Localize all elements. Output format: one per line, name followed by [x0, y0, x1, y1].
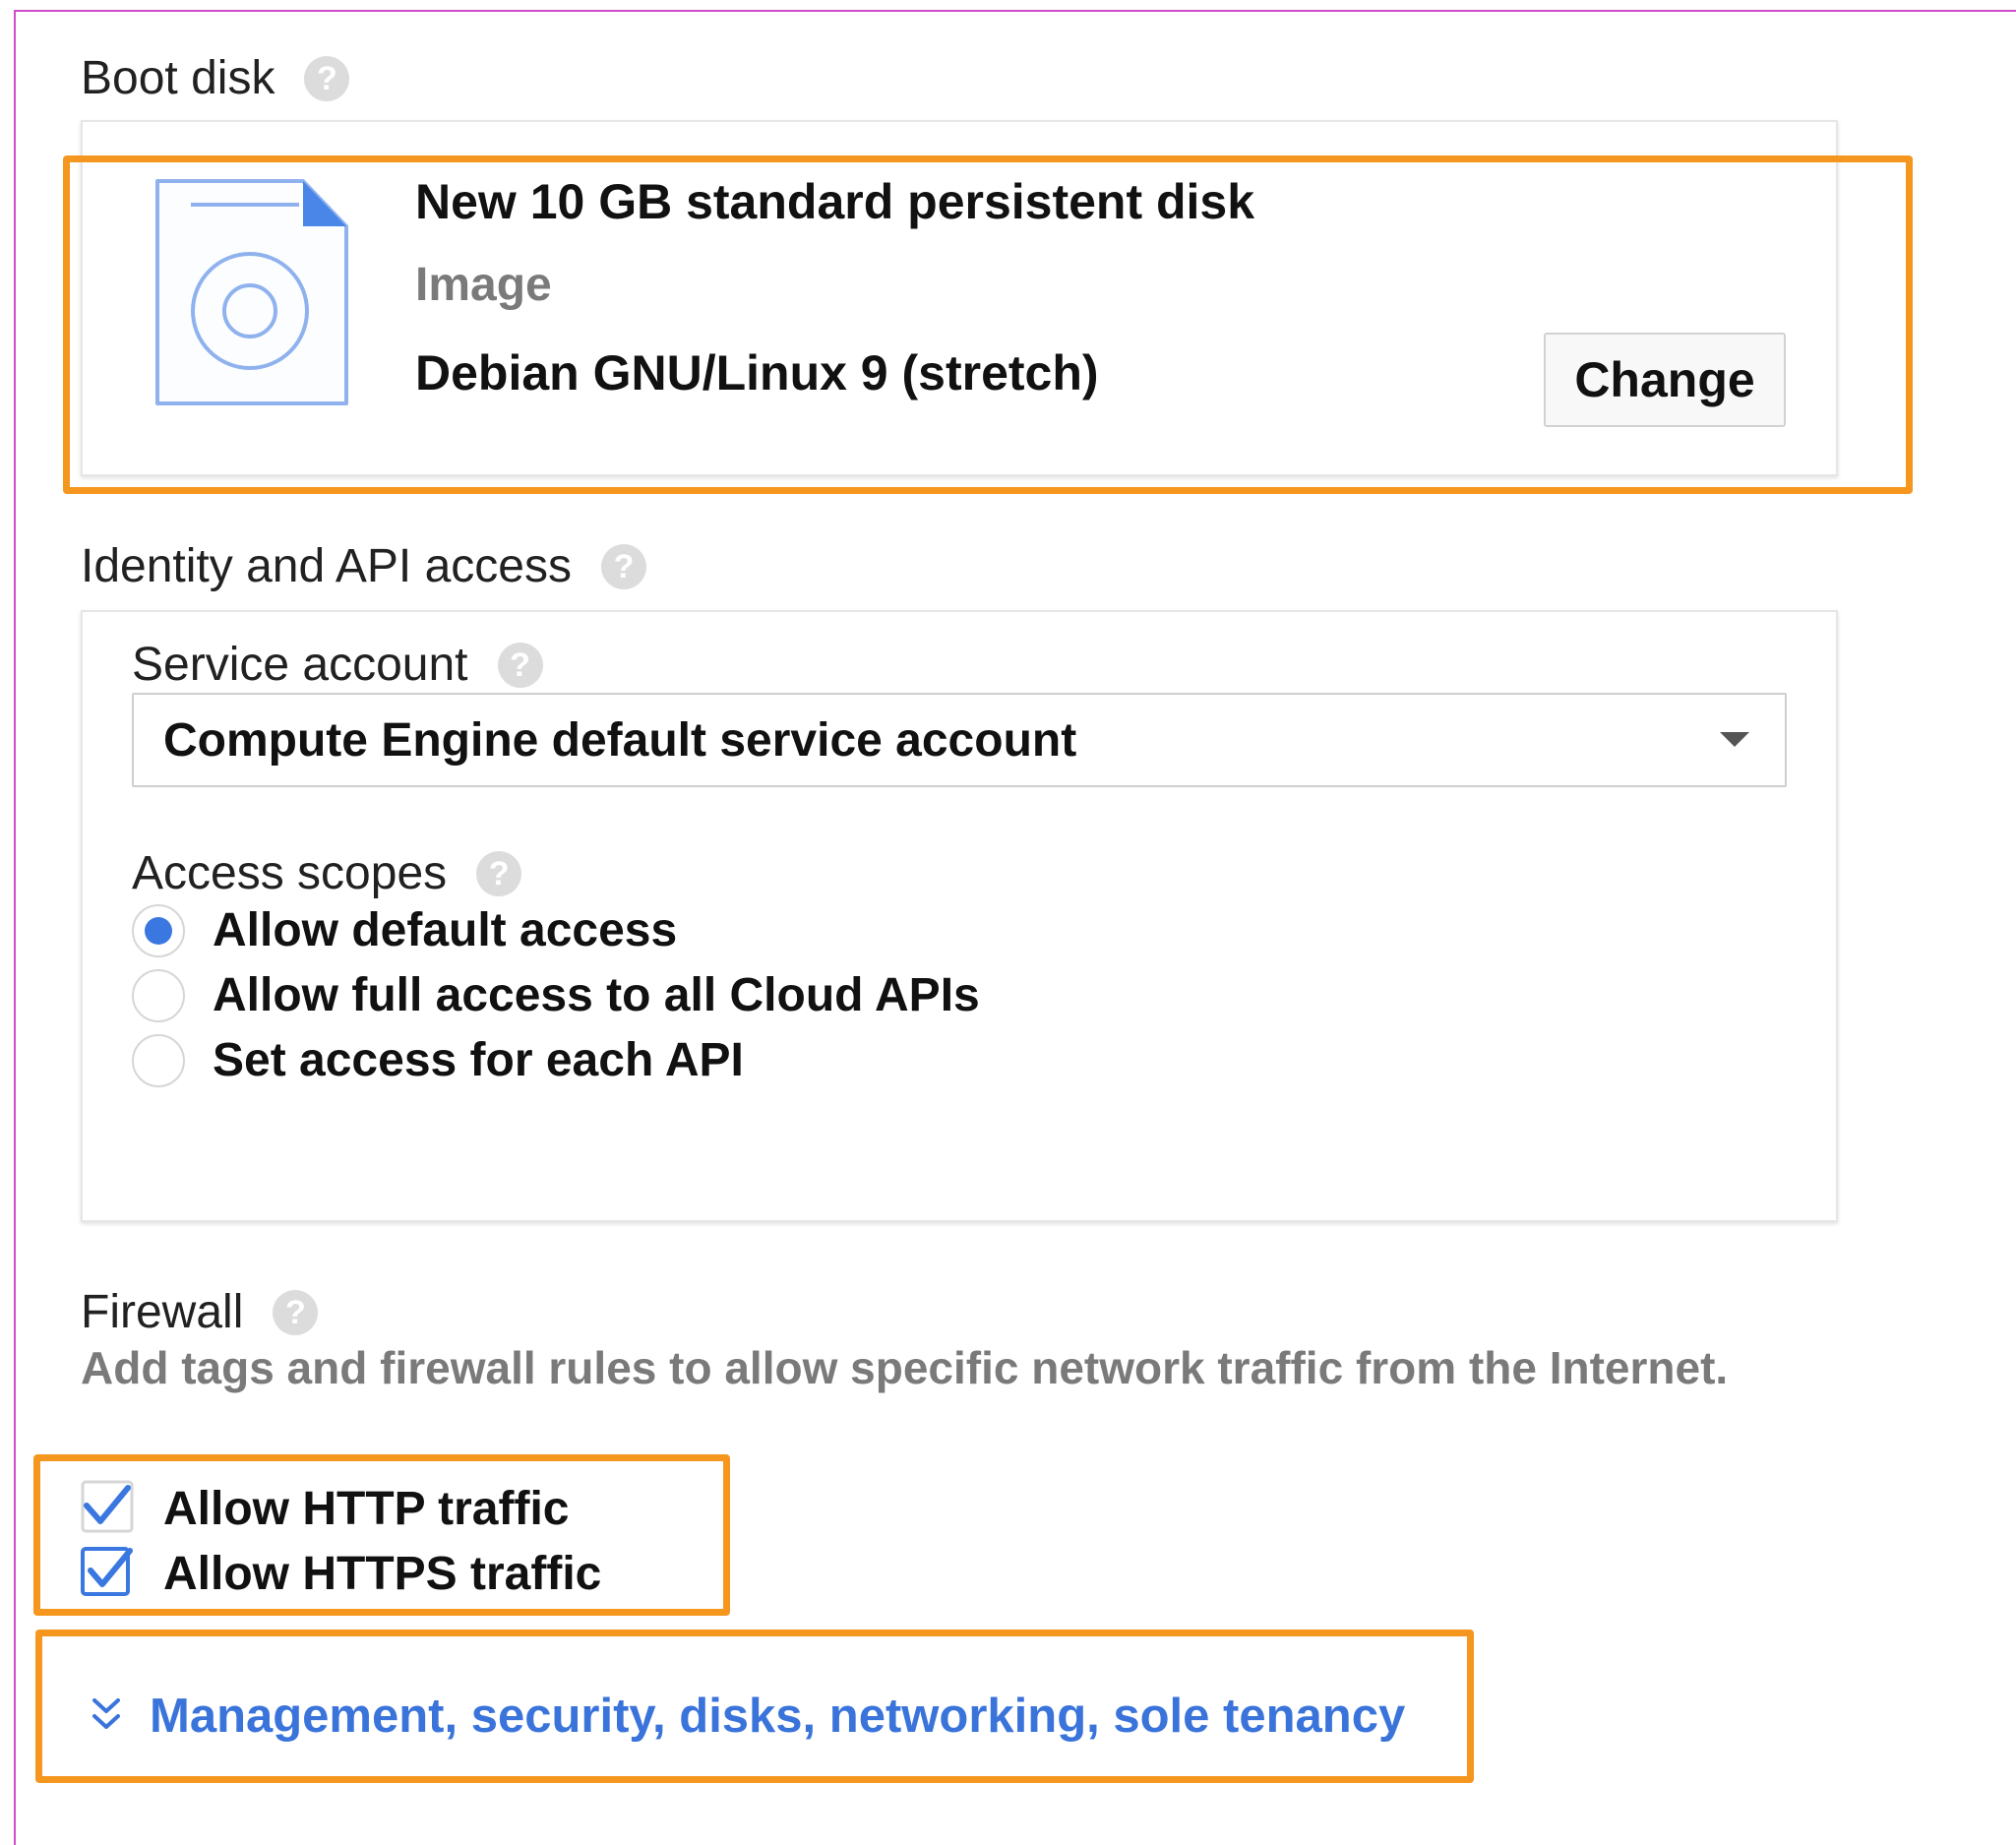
boot-disk-title: Boot disk: [81, 52, 275, 104]
radio-button-selected[interactable]: [132, 903, 185, 957]
boot-disk-heading: Boot disk ?: [81, 51, 350, 105]
radio-dot: [145, 916, 172, 945]
radio-button[interactable]: [132, 968, 185, 1022]
access-scopes-label: Access scopes: [132, 847, 448, 899]
radio-option-each-api[interactable]: Set access for each API: [132, 1033, 744, 1087]
service-account-select[interactable]: Compute Engine default service account: [132, 693, 1787, 787]
identity-title: Identity and API access: [81, 540, 572, 592]
firewall-checkbox-highlight: [33, 1454, 730, 1616]
firewall-description: Add tags and firewall rules to allow spe…: [81, 1342, 1729, 1393]
radio-label: Allow default access: [213, 904, 678, 956]
firewall-title: Firewall: [81, 1286, 244, 1338]
management-link-highlight: [35, 1630, 1474, 1783]
radio-option-full-access[interactable]: Allow full access to all Cloud APIs: [132, 968, 980, 1022]
help-icon[interactable]: ?: [476, 850, 522, 896]
help-icon[interactable]: ?: [600, 543, 646, 589]
firewall-heading: Firewall ?: [81, 1285, 319, 1339]
service-account-label: Service account: [132, 639, 468, 691]
dropdown-arrow-icon: [1720, 732, 1749, 747]
radio-option-default-access[interactable]: Allow default access: [132, 903, 677, 957]
service-account-heading: Service account ?: [132, 638, 543, 692]
service-account-value: Compute Engine default service account: [163, 713, 1077, 767]
help-icon[interactable]: ?: [497, 642, 543, 688]
help-icon[interactable]: ?: [273, 1289, 319, 1335]
identity-heading: Identity and API access ?: [81, 539, 646, 593]
help-icon[interactable]: ?: [304, 55, 350, 101]
boot-disk-highlight: [63, 155, 1913, 494]
radio-label: Allow full access to all Cloud APIs: [213, 969, 980, 1021]
access-scopes-heading: Access scopes ?: [132, 846, 522, 900]
radio-button[interactable]: [132, 1033, 185, 1087]
radio-label: Set access for each API: [213, 1034, 744, 1086]
